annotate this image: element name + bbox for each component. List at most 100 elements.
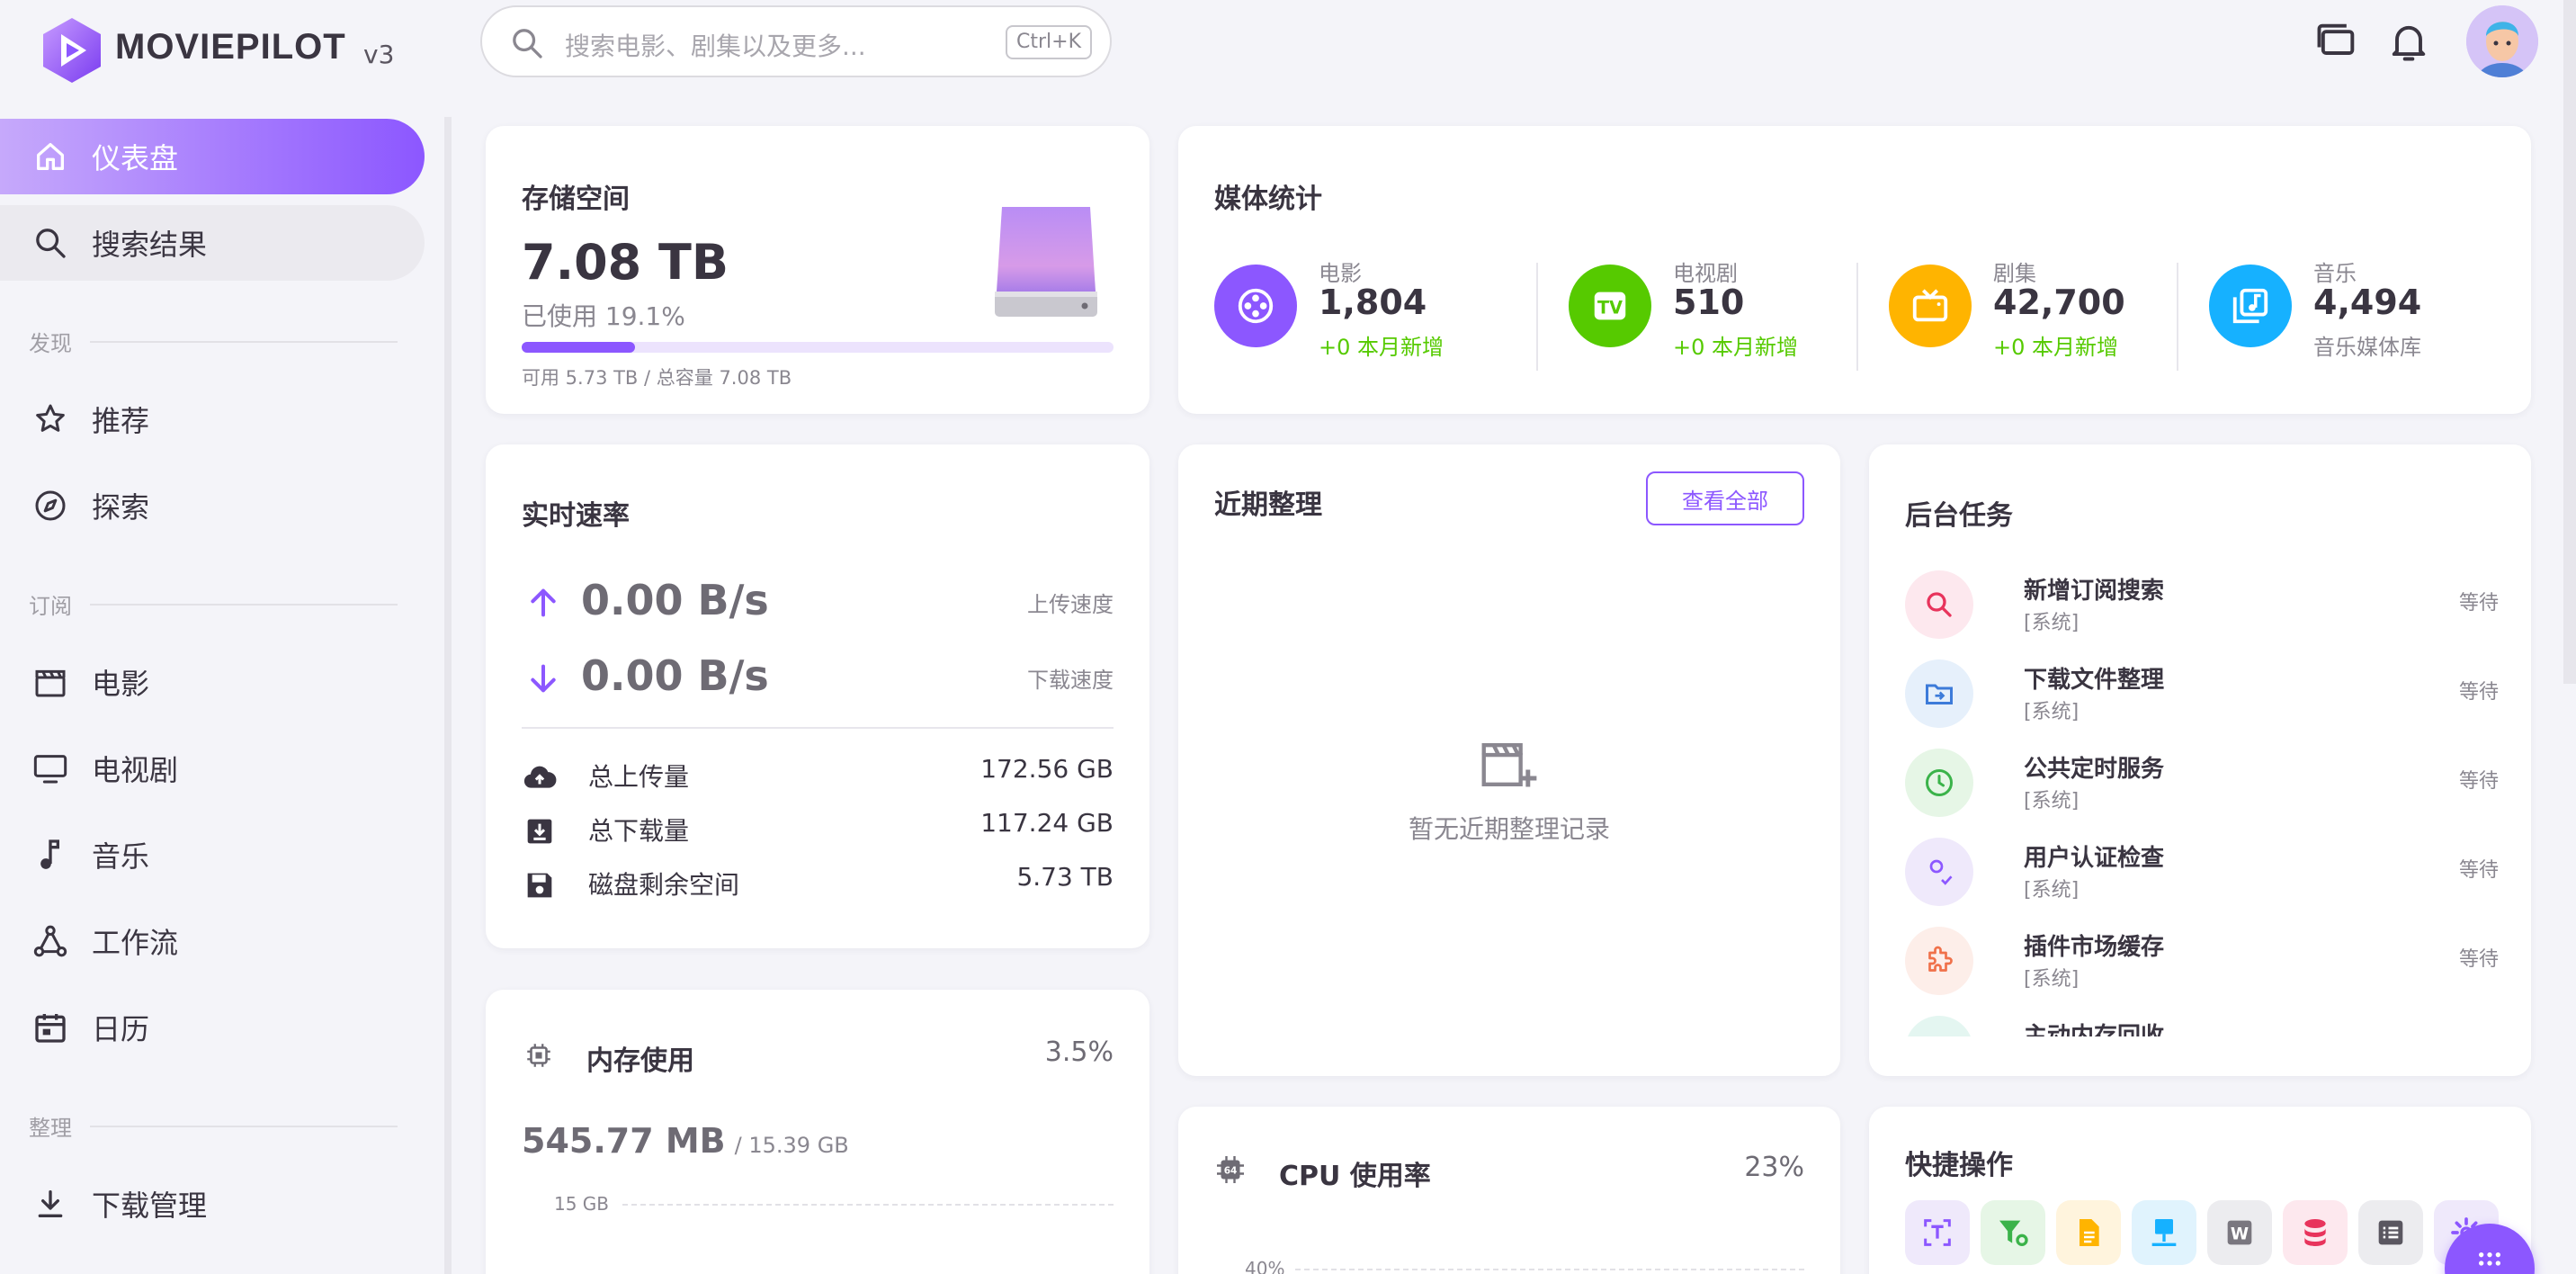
task-name: 主动内存回收 [2024, 1023, 2165, 1036]
music-note-icon [40, 839, 59, 869]
cpu-axis-label: 40% [1245, 1258, 1285, 1274]
sidebar-item-label: 工作流 [92, 926, 179, 960]
sidebar-item-workflow[interactable]: 工作流 [0, 903, 425, 979]
storage-used-label: 已使用 19.1% [522, 301, 685, 331]
star-icon [36, 404, 65, 432]
download-icon [38, 1190, 63, 1217]
monitor-icon [33, 755, 67, 784]
sidebar-item-movies[interactable]: 电影 [0, 644, 425, 720]
sidebar-scrollbar[interactable] [444, 117, 452, 1274]
search-shortcut-hint: Ctrl+K [1005, 25, 1092, 59]
task-row[interactable]: 下载文件整理 [系统] 等待 [1905, 659, 2499, 740]
sidebar-item-calendar[interactable]: 日历 [0, 990, 425, 1065]
sidebar-item-search-results[interactable]: 搜索结果 [0, 205, 425, 281]
view-all-button[interactable]: 查看全部 [1646, 471, 1804, 525]
search-icon [1905, 570, 1973, 639]
memory-axis-label: 15 GB [554, 1193, 610, 1215]
windows-icon[interactable] [2313, 18, 2360, 65]
memory-card: 内存使用 3.5% 545.77 MB / 15.39 GB 15 GB [486, 990, 1149, 1274]
stat-tv[interactable]: TV 电视剧 510 +0 本月新增 [1569, 256, 1874, 363]
cpu-icon: 64 [1217, 1156, 1244, 1183]
stat-sub: +0 本月新增 [1673, 335, 1799, 360]
avatar[interactable] [2466, 5, 2538, 77]
section-header-organize: 整理 [29, 1110, 398, 1142]
document-icon[interactable] [2056, 1200, 2121, 1265]
divider [1536, 263, 1538, 371]
apps-grid-icon [2479, 1252, 2500, 1266]
storage-progress [522, 342, 1114, 353]
sidebar-item-tv[interactable]: 电视剧 [0, 731, 425, 806]
word-icon[interactable]: W [2207, 1200, 2272, 1265]
disk-free-value: 5.73 TB [1016, 862, 1114, 892]
divider [522, 727, 1114, 729]
sidebar-item-music[interactable]: 音乐 [0, 817, 425, 893]
search-icon [513, 29, 542, 58]
database-icon[interactable] [2283, 1200, 2348, 1265]
download-speed-label: 下载速度 [1027, 668, 1114, 693]
task-state: 等待 [2458, 948, 2499, 971]
memory-gridline [622, 1204, 1114, 1206]
speed-title: 实时速率 [522, 500, 630, 532]
calendar-icon [35, 1014, 66, 1043]
total-upload-label: 总上传量 [588, 762, 690, 792]
task-row[interactable]: 公共定时服务 [系统] 等待 [1905, 749, 2499, 830]
text-recognition-icon[interactable] [1905, 1200, 1970, 1265]
stat-value: 510 [1673, 283, 1745, 322]
task-state: 等待 [2458, 681, 2499, 704]
hard-drive-icon [995, 207, 1097, 317]
stat-sub: +0 本月新增 [1993, 335, 2119, 360]
bell-icon[interactable] [2385, 18, 2432, 65]
download-speed: 0.00 B/s [581, 651, 769, 700]
task-list[interactable]: 新增订阅搜索 [系统] 等待 下载文件整理 [系统] 等待 公共定时服务 [系统] 等待 用户认证… [1905, 570, 2499, 1036]
app-title: MOVIEPILOT [115, 27, 346, 67]
cpu-gridline [1295, 1269, 1804, 1270]
speed-card: 实时速率 0.00 B/s 上传速度 0.00 B/s 下载速度 总上传量 17… [486, 444, 1149, 948]
disk-free-label: 磁盘剩余空间 [588, 870, 740, 900]
media-stats-card: 媒体统计 电影 1,804 +0 本月新增 TV 电视剧 510 +0 本月新增… [1178, 126, 2531, 414]
stat-value: 42,700 [1993, 283, 2125, 322]
clapperboard-icon [35, 669, 66, 697]
arrow-up-icon [531, 588, 556, 617]
task-source: [系统] [2024, 612, 2080, 634]
memory-title: 内存使用 [586, 1045, 694, 1077]
sidebar-item-dashboard[interactable]: 仪表盘 [0, 119, 425, 194]
memory-percent: 3.5% [1044, 1036, 1114, 1068]
chip-icon [1905, 1016, 1973, 1036]
task-row[interactable]: 新增订阅搜索 [系统] 等待 [1905, 570, 2499, 651]
global-search[interactable]: 搜索电影、剧集以及更多... Ctrl+K [480, 5, 1112, 77]
home-icon [37, 143, 65, 170]
sidebar-item-download-manager[interactable]: 下载管理 [0, 1166, 425, 1242]
tasks-title: 后台任务 [1905, 500, 2013, 532]
page-scrollbar[interactable] [2563, 0, 2576, 684]
task-name: 公共定时服务 [2024, 756, 2165, 783]
stat-music[interactable]: 音乐 4,494 音乐媒体库 [2209, 256, 2515, 363]
list-icon[interactable] [2358, 1200, 2423, 1265]
filter-settings-icon[interactable] [1981, 1200, 2045, 1265]
task-name: 用户认证检查 [2024, 845, 2165, 872]
sidebar-item-explore[interactable]: 探索 [0, 468, 425, 543]
sidebar-item-label: 推荐 [92, 404, 150, 438]
total-download-value: 117.24 GB [980, 808, 1114, 838]
sidebar-item-label: 仪表盘 [92, 141, 179, 175]
clapperboard-add-icon [1481, 743, 1537, 787]
task-row[interactable]: 插件市场缓存 [系统] 等待 [1905, 927, 2499, 1008]
svg-text:TV: TV [1597, 298, 1623, 318]
stat-episodes[interactable]: 剧集 42,700 +0 本月新增 [1889, 256, 2195, 363]
stat-sub: 音乐媒体库 [2313, 335, 2421, 360]
tv-badge-icon: TV [1569, 265, 1651, 347]
retro-tv-icon [1889, 265, 1972, 347]
sidebar-item-recommend[interactable]: 推荐 [0, 381, 425, 457]
task-source: [系统] [2024, 790, 2080, 812]
memory-used: 545.77 MB [522, 1121, 726, 1161]
task-row[interactable]: 主动内存回收[系统]等待 [1905, 1016, 2499, 1036]
quick-actions-row: W [1905, 1200, 2499, 1265]
moviepilot-logo[interactable] [40, 14, 104, 86]
stat-movies[interactable]: 电影 1,804 +0 本月新增 [1214, 256, 1520, 363]
network-icon[interactable] [2132, 1200, 2196, 1265]
task-source: [系统] [2024, 879, 2080, 902]
quick-title: 快捷操作 [1905, 1150, 2013, 1181]
sidebar-item-label: 音乐 [92, 839, 150, 874]
task-state: 等待 [2458, 859, 2499, 882]
recent-organize-card: 近期整理 查看全部 暂无近期整理记录 [1178, 444, 1840, 1076]
task-row[interactable]: 用户认证检查 [系统] 等待 [1905, 838, 2499, 919]
